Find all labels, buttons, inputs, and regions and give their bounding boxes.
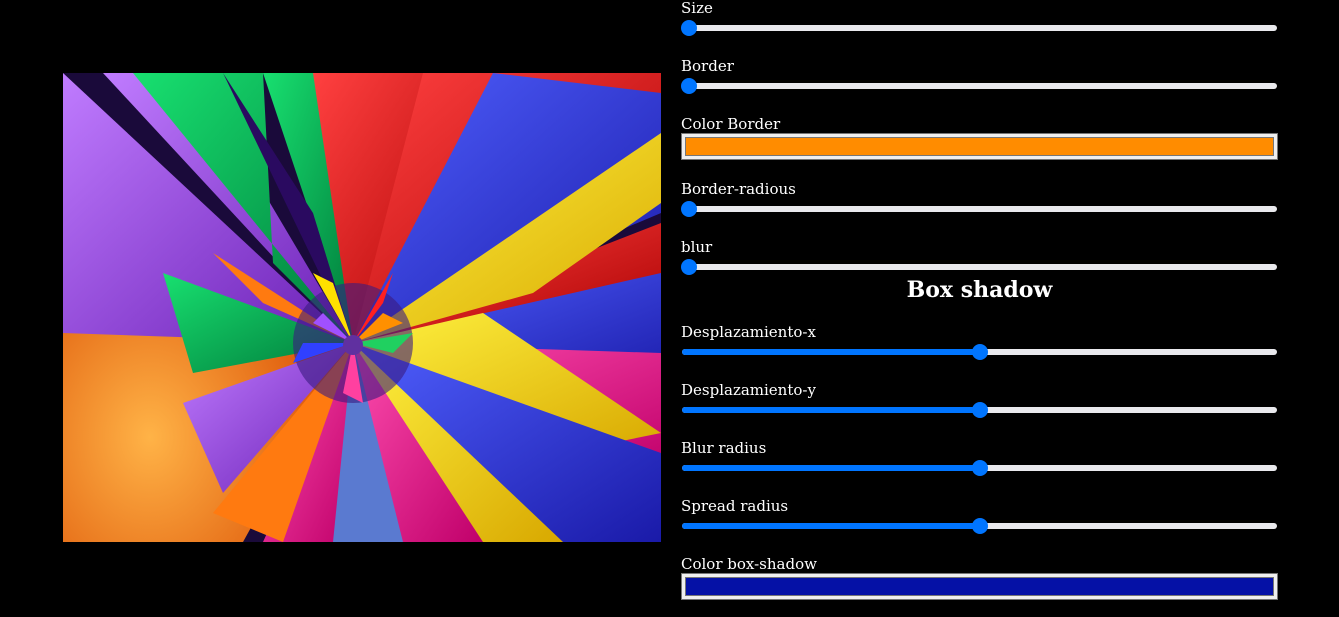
offset-y-field: Desplazamiento-y <box>681 381 1278 418</box>
slider-track <box>682 83 1277 89</box>
slider-thumb[interactable] <box>681 20 697 36</box>
slider-thumb[interactable] <box>971 460 988 476</box>
slider-fill <box>682 465 980 471</box>
color-border-picker[interactable] <box>681 133 1278 160</box>
slider-track <box>682 264 1277 270</box>
slider-fill <box>682 349 980 355</box>
slider-thumb[interactable] <box>971 518 988 534</box>
shadow-color-label: Color box-shadow <box>681 555 817 573</box>
slider-thumb[interactable] <box>971 402 988 418</box>
slider-thumb[interactable] <box>681 259 697 275</box>
blur-radius-slider[interactable] <box>681 460 1278 476</box>
color-border-field: Color Border <box>681 115 1278 160</box>
color-border-label: Color Border <box>681 115 781 133</box>
shadow-color-swatch <box>685 577 1274 596</box>
slider-fill <box>682 523 980 529</box>
blur-radius-label: Blur radius <box>681 439 767 457</box>
spread-radius-label: Spread radius <box>681 497 789 515</box>
size-slider[interactable] <box>681 20 1278 36</box>
border-slider[interactable] <box>681 78 1278 94</box>
border-radius-label: Border-radious <box>681 180 796 198</box>
offset-y-slider[interactable] <box>681 402 1278 418</box>
blur-radius-field: Blur radius <box>681 439 1278 476</box>
color-border-swatch <box>685 137 1274 156</box>
offset-x-field: Desplazamiento-x <box>681 323 1278 360</box>
blur-slider[interactable] <box>681 259 1278 275</box>
size-field: Size <box>681 0 1278 36</box>
border-radius-slider[interactable] <box>681 201 1278 217</box>
spread-radius-field: Spread radius <box>681 497 1278 534</box>
slider-track <box>682 206 1277 212</box>
slider-thumb[interactable] <box>971 344 988 360</box>
slider-track <box>682 25 1277 31</box>
shadow-color-picker[interactable] <box>681 573 1278 600</box>
border-field: Border <box>681 57 1278 94</box>
shadow-color-field: Color box-shadow <box>681 555 1278 600</box>
slider-fill <box>682 407 980 413</box>
blur-field: blur <box>681 238 1278 275</box>
spread-radius-slider[interactable] <box>681 518 1278 534</box>
slider-thumb[interactable] <box>681 78 697 94</box>
offset-y-label: Desplazamiento-y <box>681 381 816 399</box>
blur-label: blur <box>681 238 713 256</box>
box-shadow-heading: Box shadow <box>906 277 1053 303</box>
offset-x-slider[interactable] <box>681 344 1278 360</box>
offset-x-label: Desplazamiento-x <box>681 323 816 341</box>
size-label: Size <box>681 0 713 17</box>
border-label: Border <box>681 57 734 75</box>
border-radius-field: Border-radious <box>681 180 1278 217</box>
fractal-preview-image <box>63 73 661 542</box>
slider-thumb[interactable] <box>681 201 697 217</box>
